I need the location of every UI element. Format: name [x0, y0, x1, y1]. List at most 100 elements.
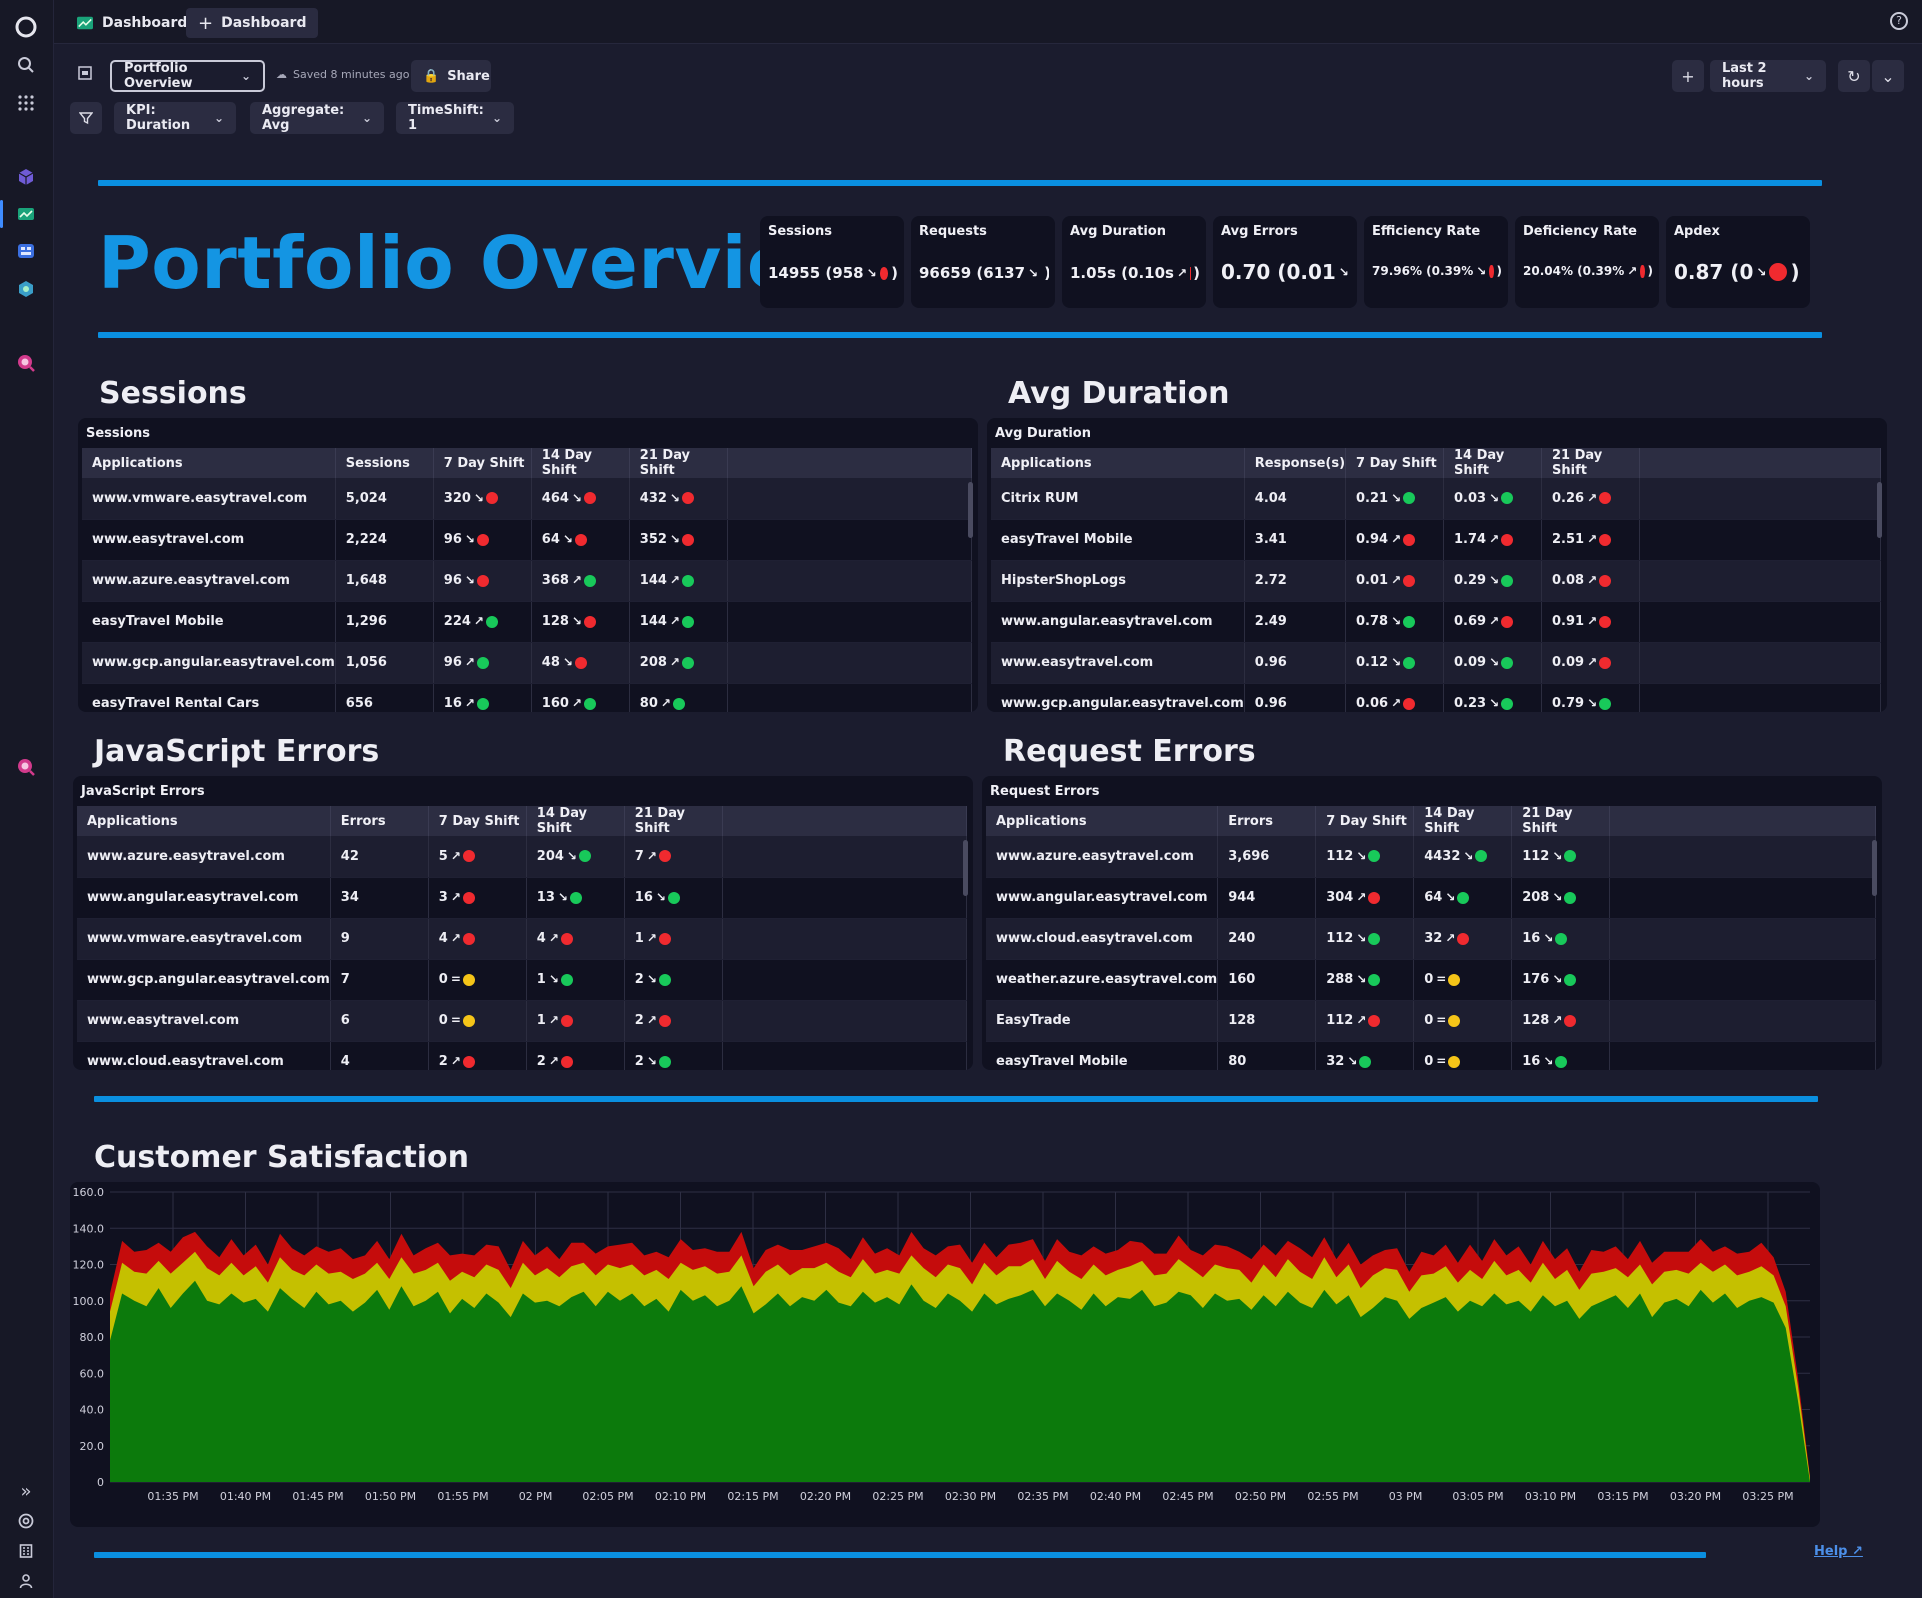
kpi-tile[interactable]: Deficiency Rate 20.04% (0.39% ↗): [1515, 216, 1659, 308]
column-header[interactable]: 21 Day Shift: [629, 448, 728, 478]
column-header[interactable]: 21 Day Shift: [1541, 448, 1641, 478]
column-header[interactable]: 7 Day Shift: [1315, 806, 1415, 836]
column-header[interactable]: 7 Day Shift: [428, 806, 527, 836]
scrollbar[interactable]: [968, 482, 973, 538]
kpi-tile[interactable]: Efficiency Rate 79.96% (0.39% ↘): [1364, 216, 1508, 308]
refresh-button[interactable]: ↻: [1838, 60, 1870, 92]
scrollbar[interactable]: [1877, 482, 1882, 538]
aggregate-filter[interactable]: Aggregate: Avg ⌄: [250, 102, 384, 134]
kpi-tile[interactable]: Sessions 14955 (958 ↘): [760, 216, 904, 308]
column-header[interactable]: 21 Day Shift: [1511, 806, 1611, 836]
dynatrace-logo-icon[interactable]: [13, 14, 39, 40]
filter-button[interactable]: [70, 102, 102, 134]
column-header[interactable]: Sessions: [335, 448, 434, 478]
table-row[interactable]: easyTravel Rental Cars 656 16 ↗ 160 ↗ 80 ↗: [82, 683, 973, 712]
table-row[interactable]: www.cloud.easytravel.com 4 2 ↗ 2 ↗ 2 ↘: [77, 1041, 968, 1070]
x-tick-label: 02:55 PM: [1307, 1490, 1358, 1503]
dashboard-select[interactable]: Portfolio Overview ⌄: [110, 60, 265, 92]
table-row[interactable]: weather.azure.easytravel.com 160 288 ↘ 0 = 176…: [986, 959, 1876, 1001]
table-row[interactable]: www.angular.easytravel.com 944 304 ↗ 64 ↘ 208 ↘: [986, 877, 1876, 919]
table-row[interactable]: www.vmware.easytravel.com 5,024 320 ↘ 464 ↘ 43…: [82, 478, 973, 520]
table-row[interactable]: EasyTrade 128 112 ↗ 0 = 128 ↗: [986, 1000, 1876, 1042]
timeshift-filter[interactable]: TimeShift: 1 ⌄: [396, 102, 514, 134]
add-dashboard-tab[interactable]: + Dashboard: [186, 8, 319, 38]
add-tile-button[interactable]: +: [1672, 60, 1704, 92]
column-header[interactable]: Applications: [986, 806, 1219, 836]
application-cell: www.easytravel.com: [991, 642, 1245, 684]
column-header[interactable]: Applications: [991, 448, 1245, 478]
expand-nav-icon[interactable]: »: [13, 1478, 39, 1504]
shift-cell: 2 ↗: [526, 1041, 625, 1070]
scrollbar[interactable]: [963, 840, 968, 896]
status-dot-icon: [583, 492, 596, 505]
shift-cell: 48 ↘: [531, 642, 630, 684]
column-header[interactable]: 14 Day Shift: [526, 806, 625, 836]
table-row[interactable]: www.easytravel.com 6 0 = 1 ↗ 2 ↗: [77, 1000, 968, 1042]
table-row[interactable]: www.angular.easytravel.com 34 3 ↗ 13 ↘ 16 ↘: [77, 877, 968, 919]
trend-arrow-icon: ↘: [464, 573, 475, 587]
trend-arrow-icon: ↗: [669, 573, 680, 587]
building-icon[interactable]: [13, 1538, 39, 1564]
filler-cell: [722, 1000, 968, 1042]
trend-arrow-icon: ↘: [1489, 655, 1500, 669]
refresh-options-button[interactable]: ⌄: [1872, 60, 1904, 92]
help-link[interactable]: Help ↗: [1814, 1544, 1863, 1559]
table-row[interactable]: www.gcp.angular.easytravel.com 0.96 0.06 ↗ 0…: [991, 683, 1881, 712]
column-header[interactable]: 21 Day Shift: [624, 806, 723, 836]
table-row[interactable]: www.angular.easytravel.com 2.49 0.78 ↘ 0.69 ↗…: [991, 601, 1881, 643]
table-row[interactable]: easyTravel Mobile 1,296 224 ↗ 128 ↘ 144 ↗: [82, 601, 973, 643]
column-header[interactable]: 14 Day Shift: [1443, 448, 1543, 478]
divider-bar: [98, 180, 1822, 186]
column-header[interactable]: 14 Day Shift: [1413, 806, 1513, 836]
table-row[interactable]: www.azure.easytravel.com 3,696 112 ↘ 4432 ↘ 11…: [986, 836, 1876, 878]
kpi-tile[interactable]: Apdex 0.87 (0 ↘): [1666, 216, 1810, 308]
shift-value: 80: [639, 696, 658, 711]
table-row[interactable]: www.easytravel.com 2,224 96 ↘ 64 ↘ 352 ↘: [82, 519, 973, 561]
table-row[interactable]: HipsterShopLogs 2.72 0.01 ↗ 0.29 ↘ 0.08 ↗: [991, 560, 1881, 602]
value-cell: 128: [1217, 1000, 1317, 1042]
column-header[interactable]: 14 Day Shift: [531, 448, 630, 478]
support-icon[interactable]: [13, 1508, 39, 1534]
column-header[interactable]: Applications: [82, 448, 336, 478]
kpi-tile[interactable]: Avg Errors 0.70 (0.01↘): [1213, 216, 1357, 308]
value-cell: 240: [1217, 918, 1317, 960]
table-row[interactable]: www.vmware.easytravel.com 9 4 ↗ 4 ↗ 1 ↗: [77, 918, 968, 960]
column-header[interactable]: Response(s): [1244, 448, 1347, 478]
table-row[interactable]: www.gcp.angular.easytravel.com 1,056 96 ↗ 48…: [82, 642, 973, 684]
column-header[interactable]: 7 Day Shift: [1345, 448, 1445, 478]
kpi-tile[interactable]: Avg Duration 1.05s (0.10s ↗): [1062, 216, 1206, 308]
application-cell: www.gcp.angular.easytravel.com: [82, 642, 336, 684]
table-row[interactable]: easyTravel Mobile 3.41 0.94 ↗ 1.74 ↗ 2.51 ↗: [991, 519, 1881, 561]
table-row[interactable]: www.azure.easytravel.com 42 5 ↗ 204 ↘ 7 ↗: [77, 836, 968, 878]
apps-grid-icon[interactable]: [13, 90, 39, 116]
table-row[interactable]: www.gcp.angular.easytravel.com 7 0 = 1 ↘ 2 ↘: [77, 959, 968, 1001]
investigator-floating-icon[interactable]: [13, 754, 39, 780]
column-header[interactable]: 7 Day Shift: [433, 448, 532, 478]
column-header[interactable]: Applications: [77, 806, 331, 836]
sessions-table: Applications Sessions 7 Day Shift 14 Day Sh…: [82, 448, 973, 712]
hub-app-icon[interactable]: [13, 276, 39, 302]
chevron-down-icon: ⌄: [1881, 66, 1895, 86]
user-icon[interactable]: [13, 1568, 39, 1594]
table-row[interactable]: www.easytravel.com 0.96 0.12 ↘ 0.09 ↘ 0.09 ↗: [991, 642, 1881, 684]
investigator-app-icon[interactable]: [13, 350, 39, 376]
sidebar-toggle-icon[interactable]: [78, 66, 92, 84]
table-row[interactable]: Citrix RUM 4.04 0.21 ↘ 0.03 ↘ 0.26 ↗: [991, 478, 1881, 520]
share-button[interactable]: 🔒 Share: [411, 60, 491, 92]
kpi-filter[interactable]: KPI: Duration ⌄: [114, 102, 236, 134]
notebooks-app-icon[interactable]: [13, 238, 39, 264]
table-row[interactable]: www.azure.easytravel.com 1,648 96 ↘ 368 ↗ 144 ↗: [82, 560, 973, 602]
table-row[interactable]: easyTravel Mobile 80 32 ↘ 0 = 16 ↘: [986, 1041, 1876, 1070]
column-header[interactable]: Errors: [1217, 806, 1317, 836]
shift-cell: 160 ↗: [531, 683, 630, 712]
kpi-tile[interactable]: Requests 96659 (6137↘): [911, 216, 1055, 308]
column-header[interactable]: Errors: [330, 806, 429, 836]
table-row[interactable]: www.cloud.easytravel.com 240 112 ↘ 32 ↗ 16 ↘: [986, 918, 1876, 960]
cube-app-icon[interactable]: [13, 164, 39, 190]
search-icon[interactable]: [13, 52, 39, 78]
scrollbar[interactable]: [1872, 840, 1877, 896]
timeframe-select[interactable]: Last 2 hours ⌄: [1710, 60, 1826, 92]
help-circle-icon[interactable]: ?: [1890, 12, 1908, 30]
dashboards-app-icon[interactable]: [13, 201, 39, 227]
area-series-0[interactable]: [110, 1280, 1810, 1482]
